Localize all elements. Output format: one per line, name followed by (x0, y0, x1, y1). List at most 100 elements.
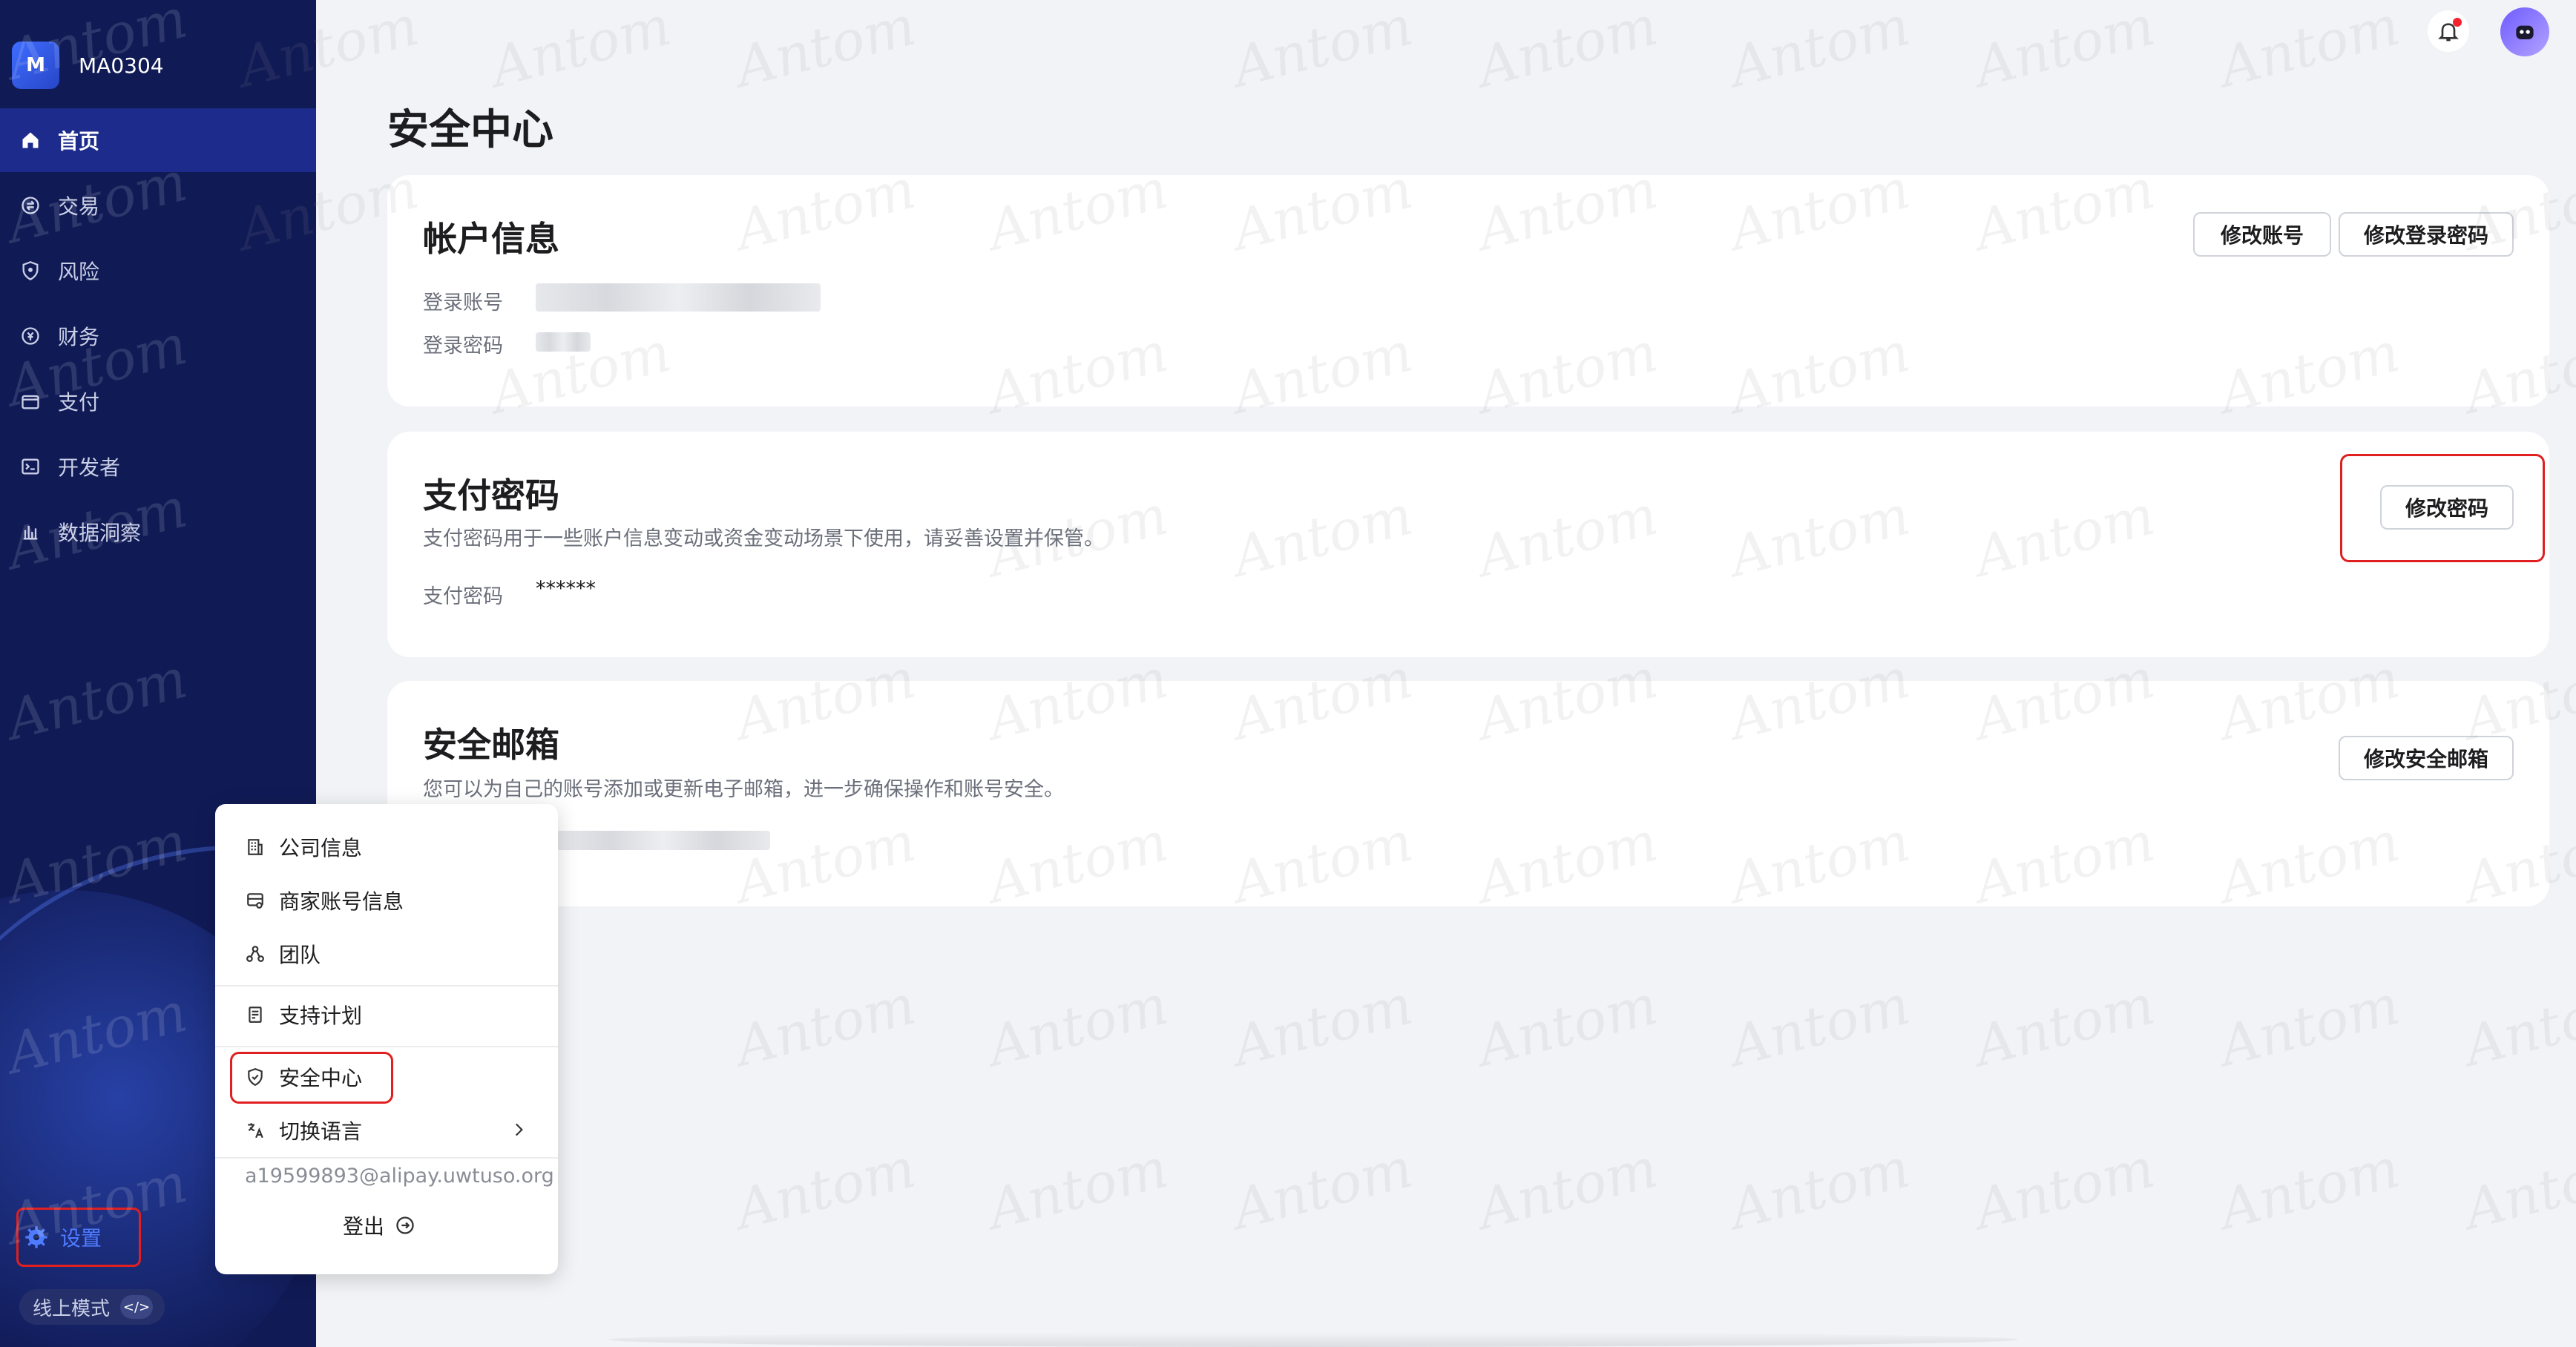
menu-item-support-plan[interactable]: 支持计划 (215, 991, 558, 1038)
watermark-text: Antom (729, 972, 922, 1079)
security-email-value-redacted (556, 831, 770, 850)
translate-icon (245, 1120, 266, 1141)
watermark-text: Antom (1471, 0, 1664, 100)
logout-icon (396, 1216, 414, 1234)
finance-icon (19, 325, 42, 347)
menu-item-team[interactable]: 团队 (215, 930, 558, 978)
watermark-text: Antom (1226, 1136, 1419, 1242)
watermark-text: Antom (2213, 972, 2406, 1079)
login-password-value-redacted (536, 332, 591, 352)
watermark-text: Antom (1724, 1136, 1916, 1242)
live-mode-toggle[interactable]: 线上模式 </> (19, 1289, 165, 1325)
settings-label: 设置 (60, 1226, 102, 1251)
watermark-text: Antom (1968, 972, 2161, 1079)
payment-password-label: 支付密码 (423, 585, 503, 608)
change-payment-password-button[interactable]: 修改密码 (2380, 485, 2514, 530)
change-login-password-button[interactable]: 修改登录密码 (2339, 212, 2514, 257)
watermark-text: Antom (1968, 1136, 2161, 1242)
watermark-text: Antom (982, 972, 1174, 1079)
menu-item-switch-language[interactable]: 切换语言 (215, 1107, 558, 1154)
menu-item-security-center[interactable]: 安全中心 (215, 1053, 558, 1101)
watermark-text: Antom (2213, 1136, 2406, 1242)
watermark-text: Antom (2458, 1136, 2576, 1242)
watermark-text: Antom (1, 646, 194, 753)
document-icon (245, 1004, 266, 1025)
brand[interactable]: M MA0304 (12, 40, 164, 90)
watermark-text: Antom (1471, 972, 1664, 1079)
change-security-email-button[interactable]: 修改安全邮箱 (2339, 736, 2514, 780)
building-icon (245, 837, 266, 857)
notification-button[interactable] (2428, 10, 2469, 52)
watermark-text: Antom (1968, 0, 2161, 100)
page-title: 安全中心 (387, 106, 553, 154)
shield-icon (19, 260, 42, 282)
code-icon: </> (120, 1295, 154, 1319)
sidebar-item-payments[interactable]: 支付 (0, 369, 316, 433)
menu-divider (215, 985, 558, 987)
sidebar-item-label: 首页 (58, 129, 100, 154)
sidebar-item-finance[interactable]: 财务 (0, 304, 316, 368)
login-account-label: 登录账号 (423, 292, 503, 314)
card-title: 支付密码 (423, 475, 559, 516)
payment-password-card: 支付密码 支付密码用于一些账户信息变动或资金变动场景下使用，请妥善设置并保管。 … (387, 432, 2549, 657)
sidebar-item-label: 支付 (58, 390, 100, 415)
menu-item-label: 商家账号信息 (279, 889, 404, 914)
sidebar-item-data-insights[interactable]: 数据洞察 (0, 500, 316, 564)
menu-item-company-info[interactable]: 公司信息 (215, 823, 558, 871)
logout-label: 登出 (343, 1214, 385, 1239)
menu-item-label: 安全中心 (279, 1066, 363, 1090)
watermark-text: Antom (1724, 972, 1916, 1079)
chevron-right-icon (509, 1120, 528, 1145)
card-description: 您可以为自己的账号添加或更新电子邮箱，进一步确保操作和账号安全。 (423, 778, 1064, 801)
menu-divider (215, 1046, 558, 1047)
watermark-text: Antom (2213, 0, 2406, 100)
settings-menu: 公司信息 商家账号信息 团队 支持计划 安全中心 切换语言 a19599893@… (215, 804, 558, 1274)
brand-logo: M (12, 42, 59, 89)
gear-icon (24, 1225, 48, 1249)
bottom-scroll-shadow (608, 1332, 2018, 1347)
settings-button[interactable]: 设置 (16, 1208, 141, 1267)
menu-item-merchant-account[interactable]: 商家账号信息 (215, 877, 558, 924)
logout-button[interactable]: 登出 (343, 1211, 415, 1240)
notification-dot (2453, 18, 2462, 27)
card-title: 安全邮箱 (423, 725, 559, 765)
watermark-text: Antom (1226, 0, 1419, 100)
menu-item-label: 公司信息 (279, 836, 363, 860)
sidebar-item-label: 风险 (58, 260, 100, 284)
bar-chart-icon (19, 521, 42, 543)
watermark-text: Antom (484, 0, 677, 100)
team-icon (245, 943, 266, 964)
sidebar-item-home[interactable]: 首页 (0, 108, 316, 172)
login-password-label: 登录密码 (423, 335, 503, 358)
watermark-text: Antom (2458, 972, 2576, 1079)
security-email-card: 安全邮箱 您可以为自己的账号添加或更新电子邮箱，进一步确保操作和账号安全。 修改… (387, 681, 2549, 906)
card-description: 支付密码用于一些账户信息变动或资金变动场景下使用，请妥善设置并保管。 (423, 527, 1104, 550)
watermark-text: Antom (729, 0, 922, 100)
home-icon (19, 129, 42, 151)
merchant-name: MA0304 (79, 53, 164, 78)
menu-item-label: 支持计划 (279, 1004, 363, 1028)
login-account-value-redacted (536, 283, 821, 312)
watermark-text: Antom (982, 1136, 1174, 1242)
sidebar-item-transactions[interactable]: 交易 (0, 174, 316, 237)
menu-item-label: 团队 (279, 943, 321, 967)
menu-divider (215, 1157, 558, 1159)
robot-avatar-icon (2516, 25, 2534, 39)
avatar[interactable] (2500, 7, 2549, 56)
mode-label: 线上模式 (33, 1297, 111, 1320)
transaction-icon (19, 194, 42, 217)
sidebar-item-developers[interactable]: 开发者 (0, 435, 316, 498)
watermark-text: Antom (1226, 972, 1419, 1079)
shield-check-icon (245, 1067, 266, 1087)
terminal-icon (19, 455, 42, 478)
change-account-button[interactable]: 修改账号 (2193, 212, 2331, 257)
merchant-account-icon (245, 890, 266, 911)
account-info-card: 帐户信息 登录账号 登录密码 修改账号 修改登录密码 (387, 175, 2549, 406)
sidebar-item-label: 开发者 (58, 455, 121, 480)
user-email: a19599893@alipay.uwtuso.org (245, 1165, 554, 1188)
sidebar-item-risk[interactable]: 风险 (0, 239, 316, 303)
wallet-icon (19, 390, 42, 412)
watermark-text: Antom (1471, 1136, 1664, 1242)
sidebar-item-label: 财务 (58, 325, 100, 349)
watermark-text: Antom (729, 1136, 922, 1242)
